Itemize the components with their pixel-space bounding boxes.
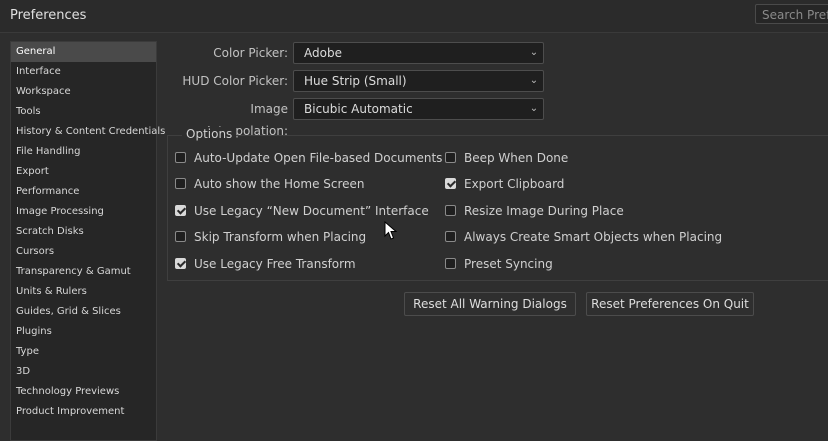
sidebar-item-3d[interactable]: 3D xyxy=(11,362,156,382)
checkbox-icon xyxy=(175,178,186,189)
checkbox-checked-icon xyxy=(445,178,456,189)
sidebar-item-units-rulers[interactable]: Units & Rulers xyxy=(11,282,156,302)
checkbox-label: Resize Image During Place xyxy=(464,204,624,218)
title-bar: Preferences Search Prefe xyxy=(0,0,828,33)
checkbox-checked-icon xyxy=(175,258,186,269)
checkbox-icon xyxy=(445,258,456,269)
sidebar-item-product-improvement[interactable]: Product Improvement xyxy=(11,402,156,422)
color-picker-select[interactable]: Adobe ⌄ xyxy=(293,42,544,64)
color-picker-value: Adobe xyxy=(304,46,342,60)
sidebar-item-tools[interactable]: Tools xyxy=(11,102,156,122)
sidebar-item-transparency[interactable]: Transparency & Gamut xyxy=(11,262,156,282)
sidebar-item-type[interactable]: Type xyxy=(11,342,156,362)
search-input[interactable]: Search Prefe xyxy=(755,4,828,24)
chevron-down-icon: ⌄ xyxy=(529,75,539,86)
checkbox-icon xyxy=(175,152,186,163)
hud-color-picker-select[interactable]: Hue Strip (Small) ⌄ xyxy=(293,70,544,92)
image-interpolation-value: Bicubic Automatic xyxy=(304,102,413,116)
checkbox-label: Export Clipboard xyxy=(464,177,565,191)
reset-preferences-on-quit-button[interactable]: Reset Preferences On Quit xyxy=(586,292,754,316)
checkbox-icon xyxy=(445,231,456,242)
sidebar-item-performance[interactable]: Performance xyxy=(11,182,156,202)
hud-color-picker-value: Hue Strip (Small) xyxy=(304,74,407,88)
sidebar-item-plugins[interactable]: Plugins xyxy=(11,322,156,342)
sidebar-item-history[interactable]: History & Content Credentials xyxy=(11,122,165,142)
sidebar-item-workspace[interactable]: Workspace xyxy=(11,82,156,102)
checkbox-label: Use Legacy Free Transform xyxy=(194,257,356,271)
image-interpolation-select[interactable]: Bicubic Automatic ⌄ xyxy=(293,98,544,120)
sidebar: General Interface Workspace Tools Histor… xyxy=(10,41,165,441)
reset-all-warning-dialogs-button[interactable]: Reset All Warning Dialogs xyxy=(404,292,576,316)
sidebar-item-guides[interactable]: Guides, Grid & Slices xyxy=(11,302,156,322)
checkbox-icon xyxy=(445,205,456,216)
sidebar-item-image-processing[interactable]: Image Processing xyxy=(11,202,156,222)
checkbox-icon xyxy=(445,152,456,163)
sidebar-item-interface[interactable]: Interface xyxy=(11,62,156,82)
chevron-down-icon: ⌄ xyxy=(529,47,539,58)
checkbox-label: Auto-Update Open File-based Documents xyxy=(194,151,443,165)
checkbox-label: Auto show the Home Screen xyxy=(194,177,365,191)
sidebar-item-file-handling[interactable]: File Handling xyxy=(11,142,156,162)
mouse-pointer-icon xyxy=(384,221,398,240)
sidebar-item-general[interactable]: General xyxy=(11,42,156,62)
checkbox-label: Preset Syncing xyxy=(464,257,553,271)
checkbox-label: Use Legacy “New Document” Interface xyxy=(194,204,429,218)
checkbox-label: Always Create Smart Objects when Placing xyxy=(464,230,723,244)
hud-color-picker-label: HUD Color Picker: xyxy=(182,74,288,88)
sidebar-item-cursors[interactable]: Cursors xyxy=(11,242,156,262)
checkbox-label: Beep When Done xyxy=(464,151,569,165)
window-title: Preferences xyxy=(10,8,87,23)
checkbox-label: Skip Transform when Placing xyxy=(194,230,367,244)
checkbox-icon xyxy=(175,231,186,242)
sidebar-item-export[interactable]: Export xyxy=(11,162,156,182)
color-picker-label: Color Picker: xyxy=(213,46,288,60)
options-legend: Options xyxy=(182,127,237,141)
sidebar-item-scratch-disks[interactable]: Scratch Disks xyxy=(11,222,156,242)
chevron-down-icon: ⌄ xyxy=(529,103,539,114)
sidebar-item-technology-previews[interactable]: Technology Previews xyxy=(11,382,156,402)
checkbox-checked-icon xyxy=(175,205,186,216)
